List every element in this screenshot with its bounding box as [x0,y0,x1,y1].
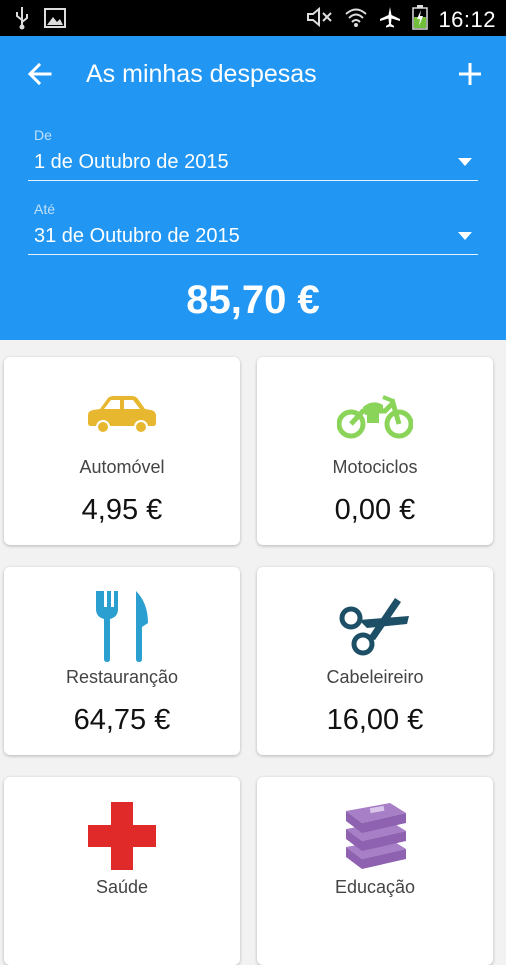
dropdown-caret-icon [458,158,472,166]
category-card-saude[interactable]: Saúde [4,777,240,965]
usb-icon [14,6,30,35]
motorcycle-icon [257,371,493,461]
clock: 16:12 [438,6,496,32]
total-amount: 85,70 € [186,278,320,322]
fork-knife-icon [4,581,240,671]
status-bar: 16:12 [0,0,506,36]
to-date-dropdown[interactable]: 31 de Outubro de 2015 [28,220,478,255]
category-amount: 4,95 € [81,494,163,526]
category-amount: 0,00 € [334,494,416,526]
dropdown-caret-icon [458,232,472,240]
airplane-icon [378,5,402,34]
books-icon [257,791,493,881]
wifi-icon [344,6,368,33]
car-icon [4,371,240,461]
category-amount: 64,75 € [73,704,171,736]
category-card-cabeleireiro[interactable]: Cabeleireiro 16,00 € [257,567,493,755]
category-card-automovel[interactable]: Automóvel 4,95 € [4,357,240,545]
scissors-icon [257,581,493,671]
category-card-restauracao[interactable]: Restauranção 64,75 € [4,567,240,755]
category-card-motociclos[interactable]: Motociclos 0,00 € [257,357,493,545]
image-icon [44,8,66,33]
plus-icon[interactable] [454,58,486,90]
page-title: As minhas despesas [86,60,317,88]
category-label: Educação [334,877,416,897]
red-cross-icon [4,791,240,881]
arrow-left-icon[interactable] [24,58,56,90]
to-date-value: 31 de Outubro de 2015 [34,225,240,247]
app-header: As minhas despesas De 1 de Outubro de 20… [0,36,506,340]
category-label: Motociclos [332,457,418,477]
category-label: Cabeleireiro [326,667,424,687]
from-date-dropdown[interactable]: 1 de Outubro de 2015 [28,146,478,181]
from-date-value: 1 de Outubro de 2015 [34,151,229,173]
category-label: Saúde [95,877,149,897]
category-label: Restauranção [65,667,179,687]
category-label: Automóvel [79,457,165,477]
category-amount: 16,00 € [326,704,424,736]
battery-charging-icon [412,4,429,35]
from-label: De [34,127,52,143]
to-label: Até [34,201,56,217]
mute-icon [306,6,334,33]
category-card-educacao[interactable]: Educação [257,777,493,965]
